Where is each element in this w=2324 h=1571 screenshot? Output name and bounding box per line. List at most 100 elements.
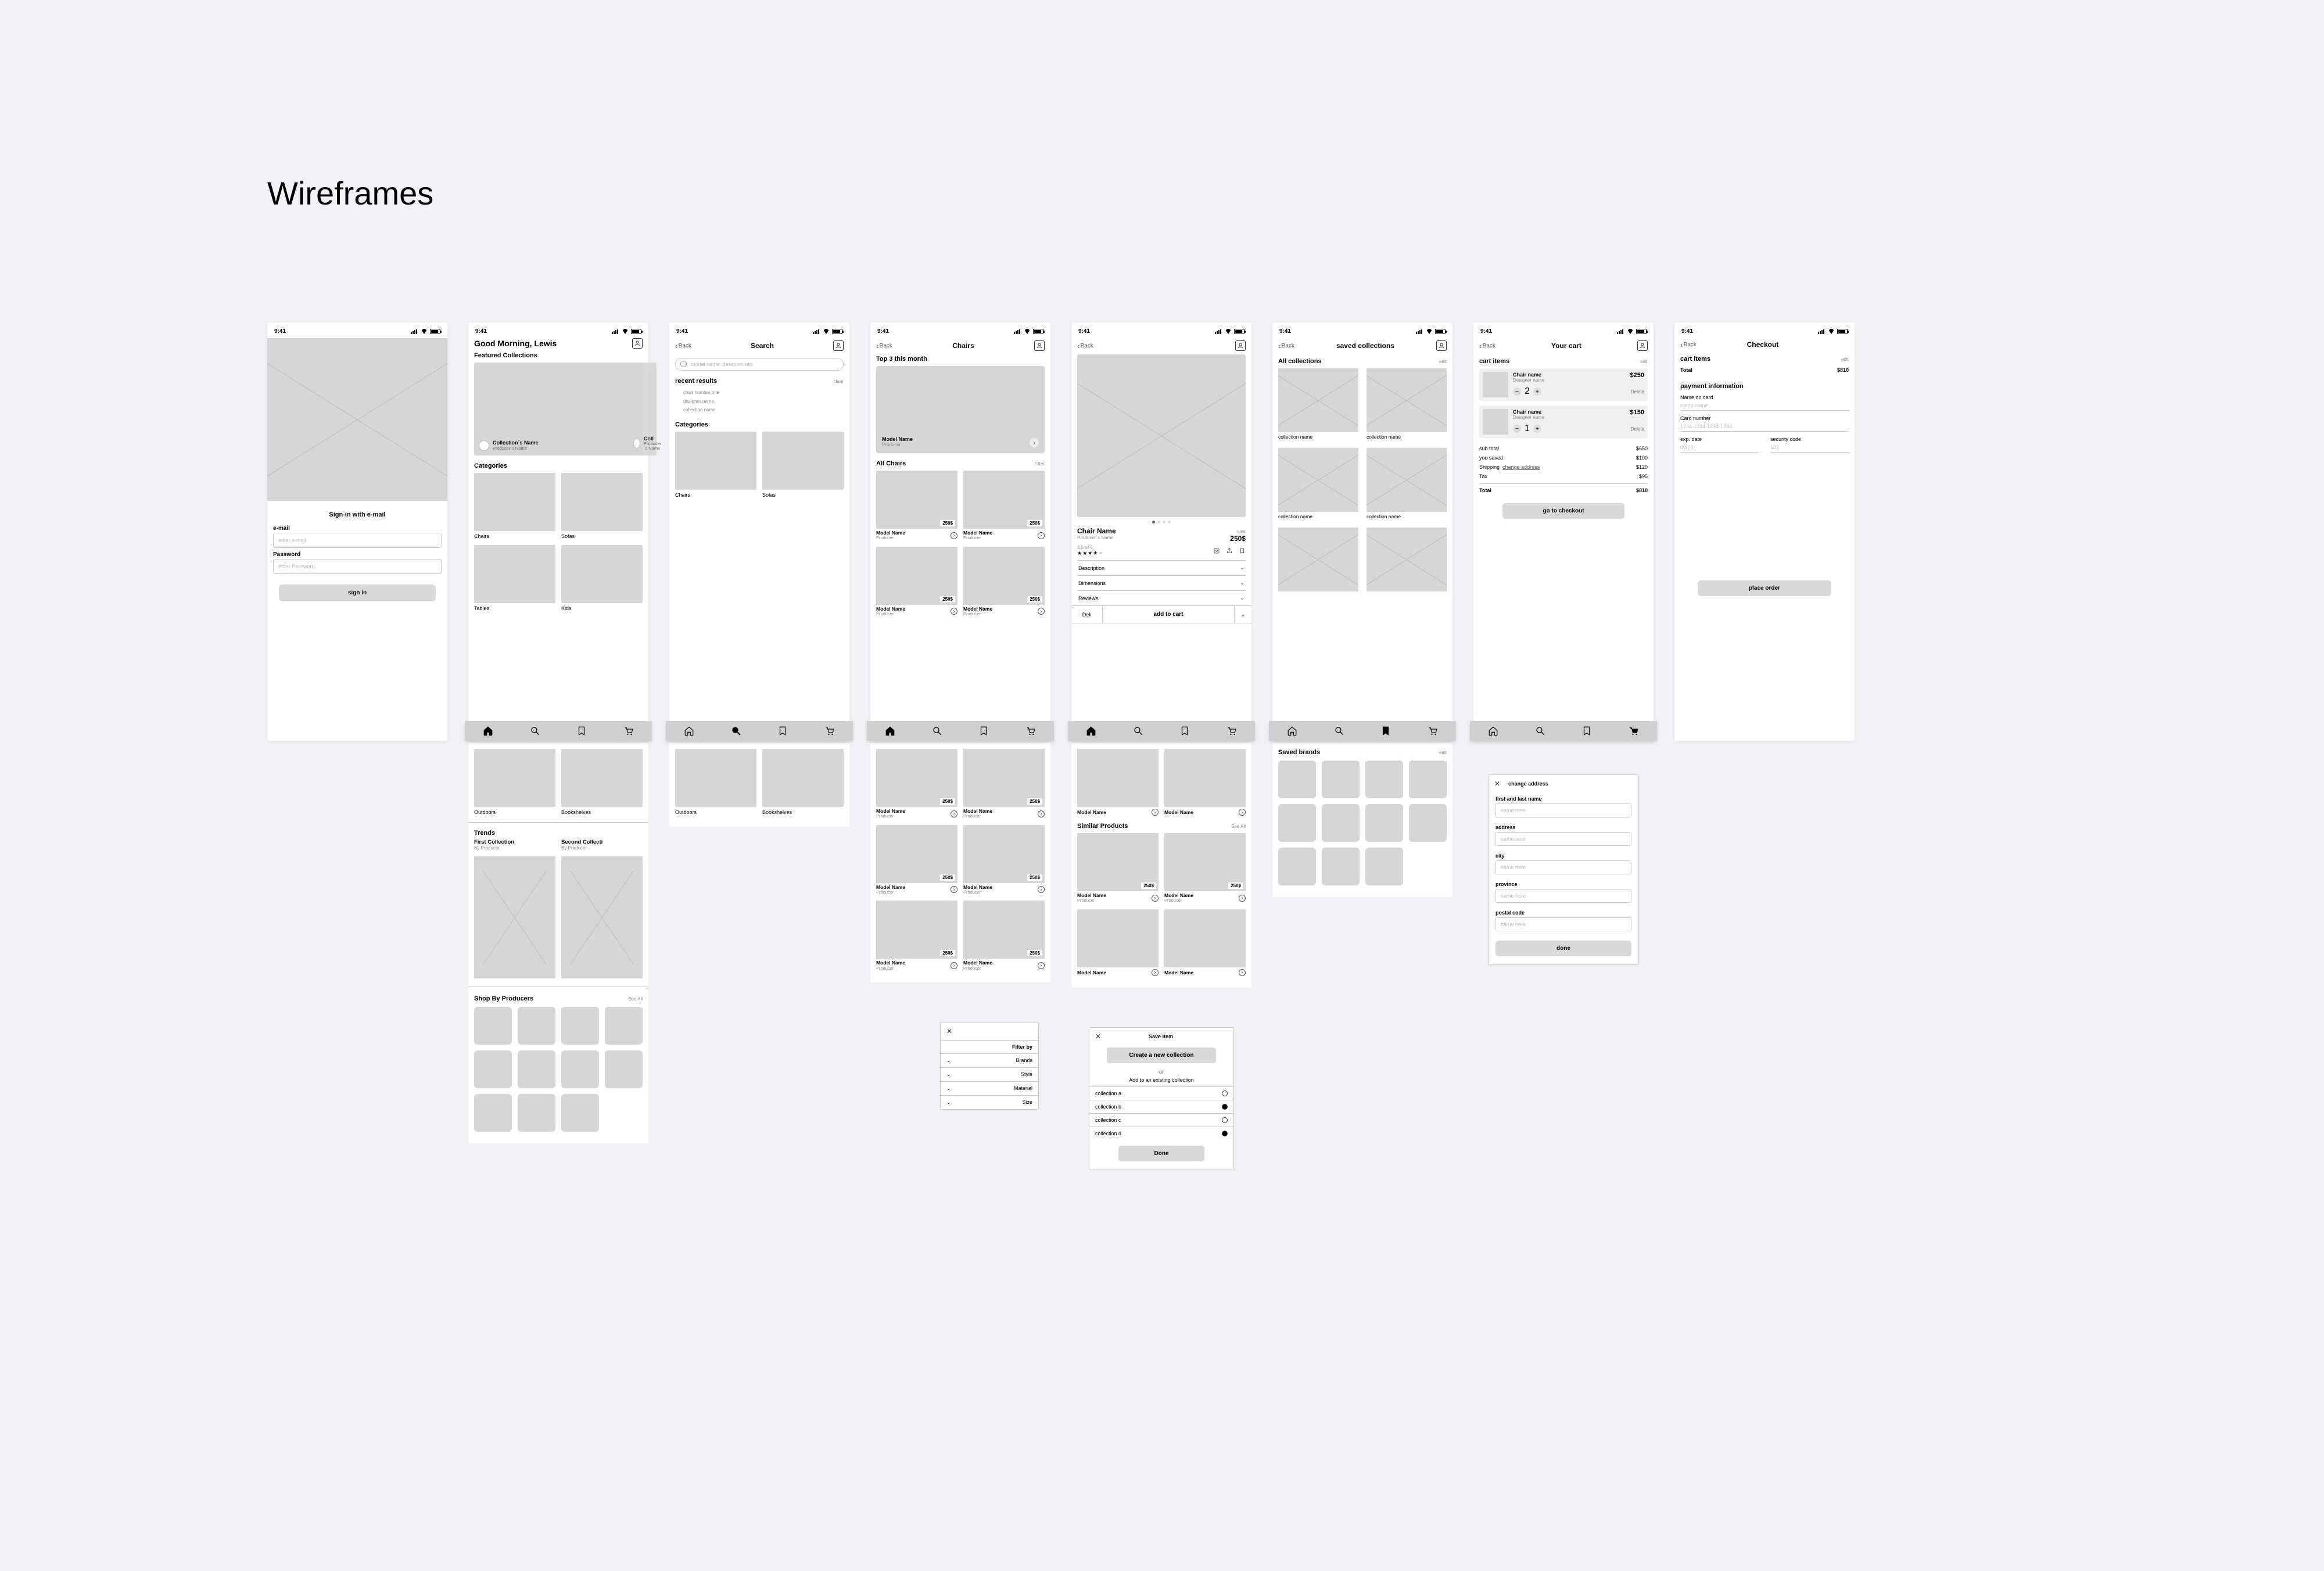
filter-row[interactable]: ⌄Material	[941, 1081, 1038, 1095]
name-input[interactable]: name here	[1495, 804, 1631, 817]
checkout-button[interactable]: go to checkout	[1502, 503, 1624, 519]
brand-tile[interactable]	[1322, 761, 1360, 798]
tab-saved[interactable]	[1380, 726, 1391, 736]
brand-tile[interactable]	[1365, 804, 1403, 842]
recent-item[interactable]: designer name	[683, 397, 844, 406]
done-button[interactable]: Done	[1118, 1146, 1204, 1161]
product-card[interactable]: 250$Model NameProducer›	[963, 825, 1045, 895]
card-number-input[interactable]: 1234-1234-1234-1234	[1680, 421, 1849, 432]
delete-button[interactable]: Delete	[1631, 426, 1644, 432]
brand-tile[interactable]	[1365, 848, 1403, 885]
product-card[interactable]: 250$Model NameProducer›	[963, 547, 1045, 617]
tab-home[interactable]	[684, 726, 694, 736]
close-button[interactable]: ✕	[1494, 780, 1500, 788]
category-card[interactable]: Sofas	[561, 473, 643, 539]
product-card[interactable]: 250$Model NameProducer›	[876, 471, 957, 541]
category-card[interactable]: Bookshelves	[762, 749, 844, 815]
brand-tile[interactable]	[1322, 804, 1360, 842]
product-card[interactable]: 250$Model NameProducer›	[1077, 833, 1159, 903]
category-card[interactable]: Chairs	[675, 432, 756, 498]
profile-button[interactable]	[1235, 340, 1246, 351]
tab-cart[interactable]	[1629, 726, 1639, 736]
tab-search[interactable]	[1133, 726, 1143, 736]
brand-tile[interactable]	[1278, 804, 1316, 842]
edit-link[interactable]: edit	[1439, 359, 1447, 364]
featured-peek[interactable]: CollProducer´s Name	[631, 363, 657, 455]
product-card[interactable]: 250$Model NameProducer›	[876, 547, 957, 617]
profile-button[interactable]	[632, 338, 643, 349]
product-card[interactable]: Model Name›	[1077, 749, 1159, 816]
producer-tile[interactable]	[605, 1050, 643, 1088]
close-button[interactable]: ✕	[946, 1027, 952, 1035]
clear-recent-button[interactable]: clear	[834, 379, 844, 384]
edit-link[interactable]: edit	[1640, 359, 1648, 364]
profile-button[interactable]	[1436, 340, 1447, 351]
expand-description[interactable]: Description⌄	[1077, 560, 1246, 575]
add-to-cart-button[interactable]: add to cart	[1103, 607, 1234, 622]
collection-option[interactable]: collection b	[1089, 1100, 1233, 1113]
collection-card[interactable]: collection name	[1278, 368, 1358, 440]
tab-saved[interactable]	[777, 726, 788, 736]
filter-row[interactable]: ⌄Size	[941, 1095, 1038, 1109]
collection-card[interactable]	[1278, 528, 1358, 591]
see-all-link[interactable]: See All	[1231, 824, 1246, 829]
tab-home[interactable]	[1287, 726, 1297, 736]
product-image[interactable]	[1077, 354, 1246, 517]
producer-tile[interactable]	[474, 1050, 512, 1088]
tab-search[interactable]	[731, 726, 741, 736]
collection-card[interactable]: collection name	[1367, 368, 1447, 440]
filter-row[interactable]: ⌄Style	[941, 1067, 1038, 1081]
producer-tile[interactable]	[518, 1050, 555, 1088]
producer-tile[interactable]	[605, 1007, 643, 1045]
qty-plus-button[interactable]: +	[1533, 425, 1541, 433]
back-button[interactable]: Back	[1479, 343, 1495, 349]
collection-option[interactable]: collection a	[1089, 1086, 1233, 1100]
expand-reviews[interactable]: Reviews⌄	[1077, 590, 1246, 605]
tab-saved[interactable]	[1179, 726, 1190, 736]
tab-saved[interactable]	[978, 726, 989, 736]
qty-minus-button[interactable]: −	[1513, 425, 1521, 433]
profile-button[interactable]	[833, 340, 844, 351]
brand-tile[interactable]	[1365, 761, 1403, 798]
bookmark-icon[interactable]	[1239, 547, 1246, 554]
expand-delivery[interactable]: Deli	[1071, 607, 1103, 622]
collection-card[interactable]	[1367, 528, 1447, 591]
producer-tile[interactable]	[474, 1094, 512, 1132]
brand-tile[interactable]	[1409, 761, 1447, 798]
product-card[interactable]: Model Name›	[1077, 909, 1159, 976]
product-card[interactable]: Model Name›	[1164, 749, 1246, 816]
tab-home[interactable]	[483, 726, 493, 736]
category-card[interactable]: Outdoors	[675, 749, 756, 815]
exp-date-input[interactable]: 00/00	[1680, 442, 1759, 453]
address-input[interactable]: name here	[1495, 832, 1631, 846]
product-card[interactable]: 250$Model NameProducer›	[876, 825, 957, 895]
edit-link[interactable]: edit	[1439, 750, 1447, 755]
category-card[interactable]: Bookshelves	[561, 749, 643, 815]
collection-card[interactable]: collection name	[1278, 448, 1358, 519]
producer-tile[interactable]	[474, 1007, 512, 1045]
category-card[interactable]: Sofas	[762, 432, 844, 498]
back-button[interactable]: Back	[1077, 343, 1093, 349]
recent-item[interactable]: chair number one	[683, 388, 844, 397]
recent-item[interactable]: collection name	[683, 406, 844, 414]
filter-button[interactable]: Filter	[1034, 461, 1045, 467]
password-input[interactable]: enter Password	[273, 559, 442, 574]
qty-minus-button[interactable]: −	[1513, 388, 1521, 396]
close-button[interactable]: ✕	[1095, 1032, 1101, 1041]
expand-dimensions[interactable]: Dimensions⌄	[1077, 575, 1246, 590]
back-button[interactable]: Back	[675, 343, 691, 349]
search-input[interactable]: model name, designer, etc.	[675, 358, 844, 371]
collection-option[interactable]: collection d	[1089, 1127, 1233, 1140]
tab-home[interactable]	[1086, 726, 1096, 736]
name-on-card-input[interactable]: name name	[1680, 400, 1849, 411]
back-button[interactable]: Back	[1680, 342, 1697, 348]
producer-tile[interactable]	[561, 1094, 599, 1132]
tab-search[interactable]	[1334, 726, 1344, 736]
change-address-link[interactable]: change address	[1502, 464, 1540, 470]
producer-tile[interactable]	[561, 1007, 599, 1045]
product-card[interactable]: 250$Model NameProducer›	[963, 901, 1045, 971]
tab-cart[interactable]	[1226, 726, 1237, 736]
security-code-input[interactable]: 123	[1770, 442, 1849, 453]
product-card[interactable]: 250$Model NameProducer›	[963, 471, 1045, 541]
product-card[interactable]: Model Name›	[1164, 909, 1246, 976]
